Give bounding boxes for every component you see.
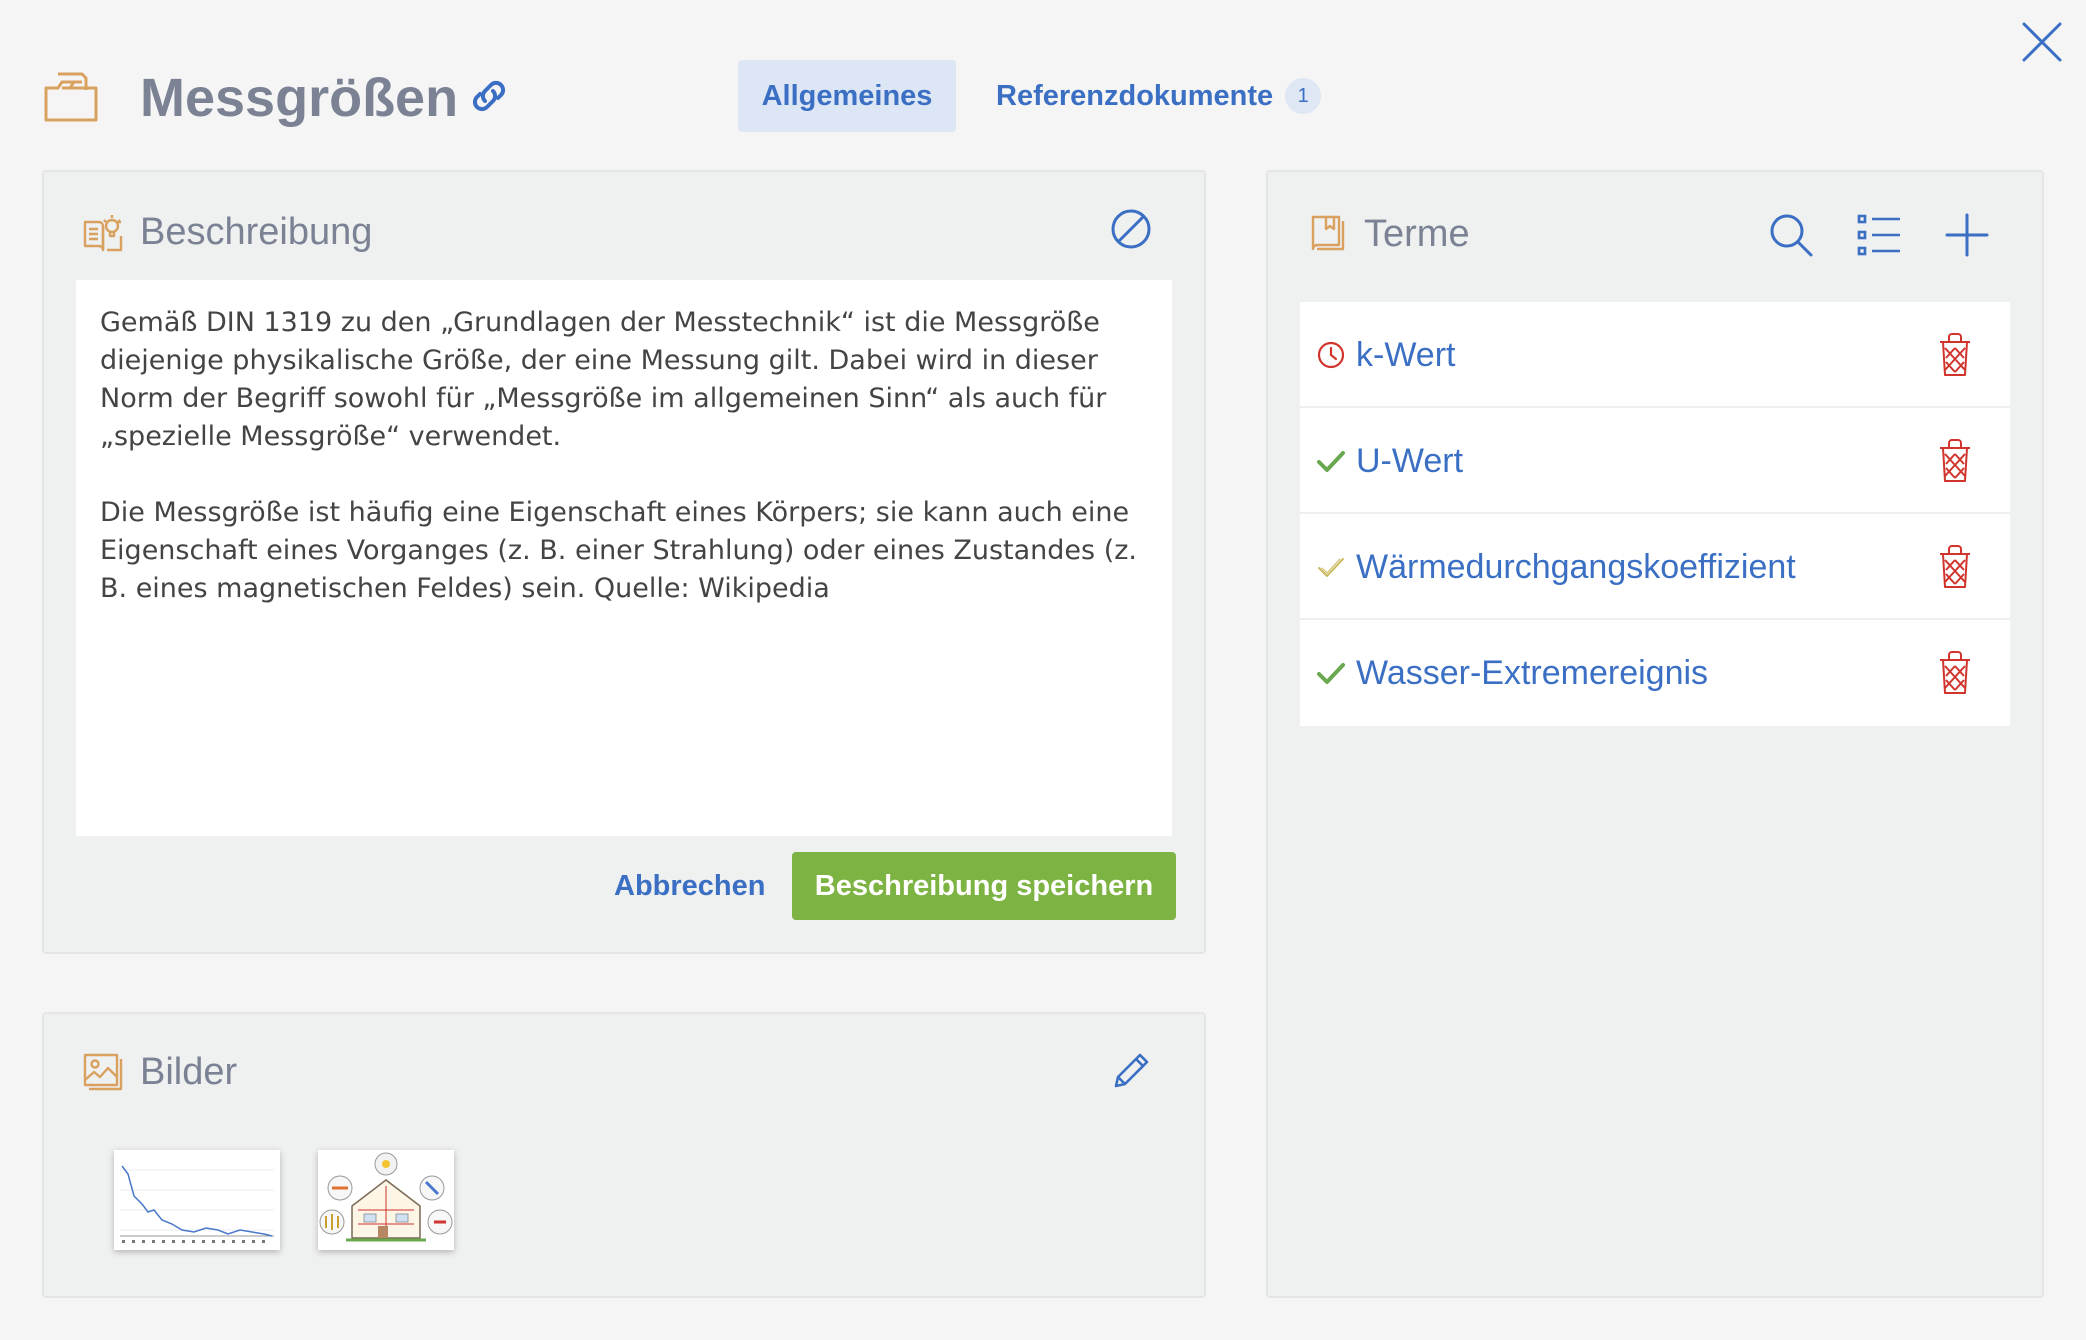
- terms-panel: Terme k-Wert U-Wert Wärmedurchgangskoeff…: [1266, 170, 2044, 1298]
- description-title: Beschreibung: [140, 211, 373, 253]
- book-lightbulb-icon: [83, 215, 123, 252]
- cancel-button[interactable]: Abbrechen: [614, 852, 765, 920]
- trash-icon[interactable]: [1936, 544, 1974, 590]
- tab-allgemeines[interactable]: Allgemeines: [738, 60, 956, 132]
- term-link[interactable]: Wärmedurchgangskoeffizient: [1356, 514, 1796, 620]
- trash-icon[interactable]: [1936, 650, 1974, 696]
- house-diagram-thumbnail[interactable]: [318, 1150, 454, 1250]
- add-icon[interactable]: [1944, 212, 1990, 258]
- link-icon[interactable]: [466, 76, 512, 116]
- images-title: Bilder: [140, 1051, 238, 1093]
- search-icon[interactable]: [1768, 212, 1814, 258]
- close-icon[interactable]: [2020, 20, 2064, 64]
- book-icon: [1311, 215, 1345, 251]
- pencil-icon[interactable]: [1110, 1050, 1152, 1092]
- folder-icon: [44, 72, 98, 122]
- terms-title: Terme: [1364, 213, 1470, 255]
- check-outline-icon: [1318, 558, 1344, 577]
- term-link[interactable]: k-Wert: [1356, 302, 1455, 408]
- term-row: k-Wert: [1300, 302, 2010, 408]
- images-panel: Bilder: [42, 1012, 1206, 1298]
- count-badge: 1: [1285, 78, 1322, 114]
- check-icon: [1317, 663, 1345, 684]
- term-link[interactable]: U-Wert: [1356, 408, 1463, 514]
- description-paragraph: Gemäß DIN 1319 zu den „Grundlagen der Me…: [100, 307, 1107, 452]
- description-panel: Beschreibung Gemäß DIN 1319 zu den „Grun…: [42, 170, 1206, 954]
- check-icon: [1317, 451, 1345, 472]
- term-link[interactable]: Wasser-Extremereignis: [1356, 620, 1708, 726]
- term-row: U-Wert: [1300, 408, 2010, 514]
- save-description-button[interactable]: Beschreibung speichern: [792, 852, 1176, 920]
- term-row: Wasser-Extremereignis: [1300, 620, 2010, 726]
- description-paragraph: Die Messgröße ist häufig eine Eigenschaf…: [100, 497, 1137, 604]
- page-title: Messgrößen: [140, 68, 459, 128]
- list-icon[interactable]: [1856, 212, 1902, 258]
- tab-referenzdokumente[interactable]: Referenzdokumente 1: [996, 60, 1322, 132]
- tab-allgemeines-label: Allgemeines: [761, 80, 933, 112]
- image-gallery-icon: [83, 1053, 123, 1091]
- term-row: Wärmedurchgangskoeffizient: [1300, 514, 2010, 620]
- trash-icon[interactable]: [1936, 438, 1974, 484]
- trash-icon[interactable]: [1936, 332, 1974, 378]
- line-chart-thumbnail[interactable]: [114, 1150, 280, 1250]
- disable-icon[interactable]: [1110, 208, 1152, 250]
- term-list: k-Wert U-Wert Wärmedurchgangskoeffizient…: [1300, 302, 2010, 726]
- description-textarea[interactable]: Gemäß DIN 1319 zu den „Grundlagen der Me…: [76, 280, 1172, 836]
- clock-icon: [1317, 341, 1345, 369]
- tab-referenzdokumente-label: Referenzdokumente: [996, 80, 1274, 112]
